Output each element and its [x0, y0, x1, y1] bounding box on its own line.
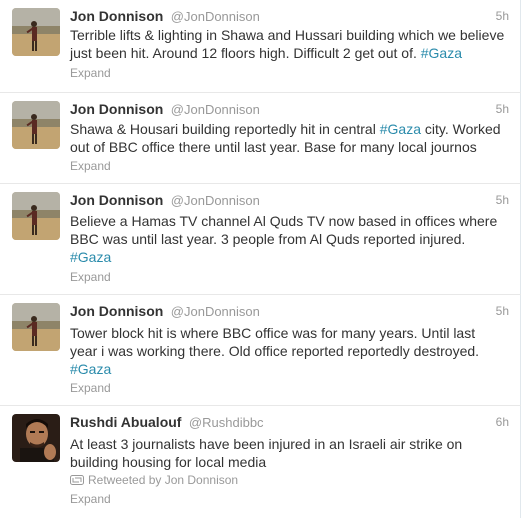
tweet-text-line: Tower block hit is where BBC office was …: [70, 325, 476, 341]
tweet-text: Terrible lifts & lighting in Shawa and H…: [70, 26, 509, 62]
tweet-text: Tower block hit is where BBC office was …: [70, 324, 509, 378]
expand-link[interactable]: Expand: [70, 66, 111, 80]
tweet-text-line: Believe a Hamas TV channel Al Quds TV no…: [70, 213, 498, 229]
author-handle[interactable]: @JonDonnison: [171, 193, 260, 208]
avatar[interactable]: [12, 303, 60, 351]
tweet-time[interactable]: 5h: [496, 102, 509, 116]
tweet-text-line: year i was working there. Old office rep…: [70, 343, 480, 359]
tweet-item[interactable]: Jon Donnison @JonDonnison 5h Shawa & Hou…: [0, 93, 521, 184]
author-name[interactable]: Jon Donnison: [70, 101, 163, 117]
expand-link[interactable]: Expand: [70, 381, 111, 395]
avatar[interactable]: [12, 101, 60, 149]
avatar[interactable]: [12, 192, 60, 240]
expand-link[interactable]: Expand: [70, 492, 111, 506]
person-on-beach-photo-icon: [12, 303, 60, 351]
tweet-text-line: Terrible lifts & lighting in Shawa and H…: [70, 27, 505, 43]
tweet-header: Jon Donnison @JonDonnison 5h: [70, 8, 509, 28]
retweet-context[interactable]: Retweeted by Jon Donnison: [70, 473, 238, 487]
tweet-text-segment: city. Worked: [424, 121, 501, 137]
expand-link[interactable]: Expand: [70, 159, 111, 173]
person-on-beach-photo-icon: [12, 192, 60, 240]
tweet-time[interactable]: 5h: [496, 193, 509, 207]
author-handle[interactable]: @Rushdibbc: [189, 415, 264, 430]
author-name[interactable]: Jon Donnison: [70, 192, 163, 208]
hashtag-link[interactable]: #Gaza: [70, 249, 111, 265]
tweet-item[interactable]: Jon Donnison @JonDonnison 5h Tower block…: [0, 295, 521, 406]
author-handle[interactable]: @JonDonnison: [171, 304, 260, 319]
tweet-time[interactable]: 5h: [496, 304, 509, 318]
tweet-item[interactable]: Jon Donnison @JonDonnison 5h Terrible li…: [0, 0, 521, 93]
tweet-time[interactable]: 6h: [496, 415, 509, 429]
tweet-header: Jon Donnison @JonDonnison 5h: [70, 192, 509, 212]
tweet-text-line: building housing for local media: [70, 454, 267, 470]
tweet-text: At least 3 journalists have been injured…: [70, 435, 509, 471]
tweet-header: Jon Donnison @JonDonnison 5h: [70, 101, 509, 121]
hashtag-link[interactable]: #Gaza: [70, 361, 111, 377]
author-name[interactable]: Jon Donnison: [70, 8, 163, 24]
tweet-text-segment: just been hit. Around 12 floors high. Di…: [70, 45, 417, 61]
tweet-header: Rushdi Abualouf @Rushdibbc 6h: [70, 414, 509, 434]
author-handle[interactable]: @JonDonnison: [171, 9, 260, 24]
tweet-text-line: BBC was until last year. 3 people from A…: [70, 231, 466, 247]
tweet-text-line: #Gaza: [70, 360, 509, 378]
tweet-text-line: At least 3 journalists have been injured…: [70, 436, 463, 452]
author-name[interactable]: Rushdi Abualouf: [70, 414, 181, 430]
tweet-text: Believe a Hamas TV channel Al Quds TV no…: [70, 212, 509, 266]
avatar[interactable]: [12, 414, 60, 462]
retweeted-by-text: Retweeted by Jon Donnison: [88, 473, 239, 487]
hashtag-link[interactable]: #Gaza: [421, 45, 462, 61]
avatar[interactable]: [12, 8, 60, 56]
author-handle[interactable]: @JonDonnison: [171, 102, 260, 117]
tweet-text-line: #Gaza: [70, 248, 509, 266]
tweet-text-line: just been hit. Around 12 floors high. Di…: [70, 44, 509, 62]
tweet-text: Shawa & Housari building reportedly hit …: [70, 120, 509, 156]
tweet-time[interactable]: 5h: [496, 9, 509, 23]
retweet-icon: [70, 475, 84, 485]
author-name[interactable]: Jon Donnison: [70, 303, 163, 319]
tweet-timeline: Jon Donnison @JonDonnison 5h Terrible li…: [0, 0, 521, 518]
tweet-text-segment: Shawa & Housari building reportedly hit …: [70, 121, 376, 137]
hashtag-link[interactable]: #Gaza: [380, 121, 421, 137]
tweet-text-line: out of BBC office there until last year.…: [70, 139, 477, 155]
tweet-item[interactable]: Jon Donnison @JonDonnison 5h Believe a H…: [0, 184, 521, 295]
tweet-header: Jon Donnison @JonDonnison 5h: [70, 303, 509, 323]
person-on-beach-photo-icon: [12, 101, 60, 149]
person-on-beach-photo-icon: [12, 8, 60, 56]
man-portrait-photo-icon: [12, 414, 60, 462]
expand-link[interactable]: Expand: [70, 270, 111, 284]
tweet-item[interactable]: Rushdi Abualouf @Rushdibbc 6h At least 3…: [0, 406, 521, 518]
tweet-text-line: Shawa & Housari building reportedly hit …: [70, 120, 509, 138]
